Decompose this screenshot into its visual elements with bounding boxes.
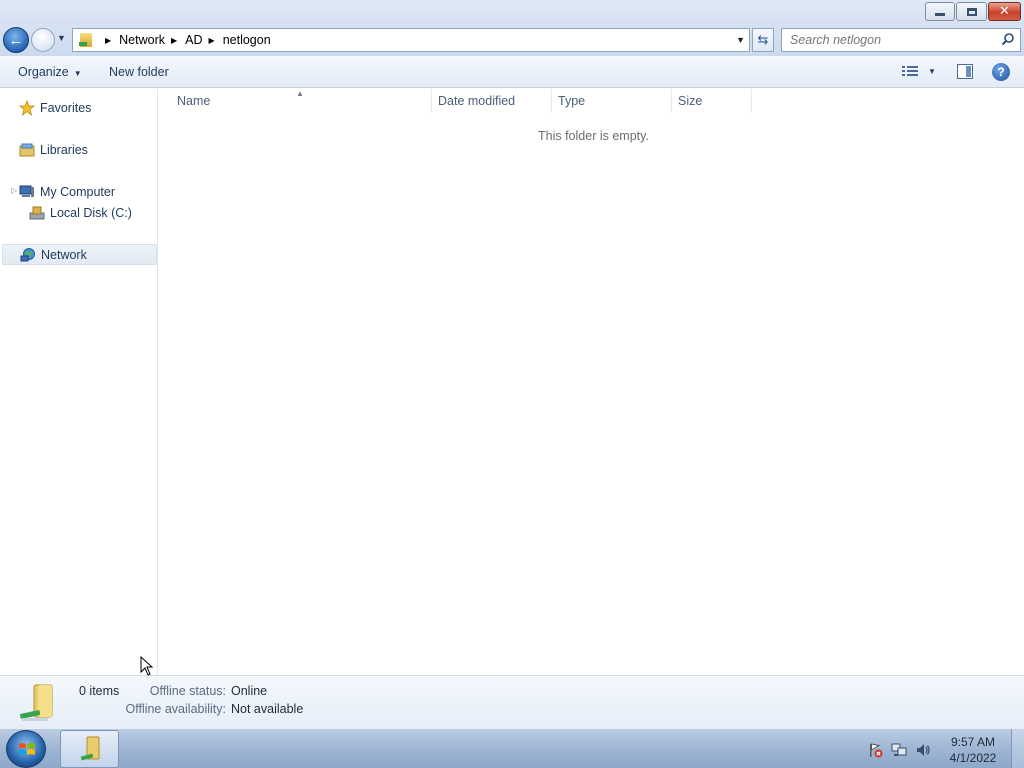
nav-item-favorites[interactable]: Favorites [19,97,91,118]
column-header-type[interactable]: Type [558,89,671,113]
volume-icon[interactable] [915,742,931,758]
restore-icon [966,7,977,16]
search-icon[interactable] [1001,32,1015,46]
computer-icon [19,185,34,197]
chevron-down-icon: ▼ [73,69,82,78]
show-desktop-button[interactable] [1011,729,1024,768]
column-divider[interactable] [751,89,752,113]
taskbar: 9:57 AM 4/1/2022 [0,728,1024,768]
breadcrumb-chevron-icon: ▶ [208,35,215,45]
mouse-pointer-icon [140,656,154,676]
nav-item-network[interactable]: Network [2,244,157,265]
search-box[interactable] [781,28,1021,52]
view-options-dropdown-icon[interactable]: ▼ [928,67,936,76]
offline-availability-label: Offline availability: [125,702,226,716]
refresh-icon: ⇆ [757,32,769,47]
column-header-size[interactable]: Size [678,89,751,113]
action-center-flag-icon[interactable] [867,742,883,758]
offline-availability-value: Not available [231,702,304,716]
nav-item-my-computer[interactable]: My Computer [19,181,115,202]
minimize-button[interactable] [925,2,955,21]
hard-drive-icon [29,206,45,219]
navigation-bar: ← ▼ ▶ Network ▶ AD ▶ netlogon ▼ ⇆ [0,24,1024,56]
clock-date: 4/1/2022 [949,751,997,765]
column-header-name[interactable]: Name [177,89,431,113]
libraries-icon [19,143,35,156]
address-bar[interactable]: ▶ Network ▶ AD ▶ netlogon ▼ [72,28,750,52]
navigation-pane: Favorites Libraries ▷ My Computer Local … [0,89,158,675]
forward-button[interactable] [31,28,55,52]
network-folder-icon [19,684,53,721]
column-divider[interactable] [671,89,672,113]
expand-arrow-icon[interactable]: ▷ [11,186,17,195]
empty-folder-message: This folder is empty. [538,129,649,143]
breadcrumb-ad[interactable]: AD ▶ [185,33,223,47]
address-dropdown-icon[interactable]: ▼ [736,35,745,45]
nav-label: Libraries [40,142,88,157]
column-divider[interactable] [431,89,432,113]
nav-label: Local Disk (C:) [50,205,132,220]
back-arrow-icon: ← [8,31,24,49]
command-bar: Organize ▼ New folder ▼ ? [0,56,1024,88]
breadcrumb-separator[interactable]: ▶ [99,36,119,45]
taskbar-clock[interactable]: 9:57 AM 4/1/2022 [940,734,1006,766]
explorer-icon [80,736,100,761]
help-icon[interactable]: ? [992,63,1010,81]
network-folder-icon [77,31,95,49]
offline-status-label: Offline status: [149,684,226,698]
minimize-icon [935,13,945,16]
clock-time: 9:57 AM [950,735,996,749]
breadcrumb-network[interactable]: Network ▶ [119,33,185,47]
nav-label: Favorites [40,100,92,115]
column-header-date-modified[interactable]: Date modified [438,89,551,113]
star-icon [19,99,35,116]
column-divider[interactable] [551,89,552,113]
preview-pane-icon[interactable] [957,64,973,79]
nav-label: My Computer [40,184,116,199]
new-folder-button[interactable]: New folder [109,65,169,79]
nav-item-libraries[interactable]: Libraries [19,139,88,160]
taskbar-explorer-button[interactable] [60,730,119,768]
search-input[interactable] [790,30,1000,50]
title-bar: ✕ [0,0,1024,26]
restore-button[interactable] [956,2,987,21]
back-button[interactable]: ← [3,27,29,53]
network-status-icon[interactable] [891,742,907,758]
offline-status-value: Online [231,684,268,698]
close-button[interactable]: ✕ [988,2,1021,21]
details-pane: 0 items Offline status: Online Offline a… [0,675,1024,728]
organize-button[interactable]: Organize ▼ [18,65,82,79]
windows-logo-icon [19,743,35,755]
file-list-pane: ▲ Name Date modified Type Size This fold… [159,89,1024,675]
nav-label: Network [41,247,87,262]
recent-pages-dropdown-icon[interactable]: ▼ [57,33,66,43]
breadcrumb-chevron-icon: ▶ [171,35,178,45]
refresh-button[interactable]: ⇆ [752,28,774,52]
change-view-icon[interactable] [902,65,918,78]
network-icon [20,247,35,261]
nav-item-local-disk[interactable]: Local Disk (C:) [29,202,132,223]
breadcrumb-netlogon[interactable]: netlogon [223,33,271,47]
start-button[interactable] [6,730,46,768]
close-icon: ✕ [999,4,1010,19]
